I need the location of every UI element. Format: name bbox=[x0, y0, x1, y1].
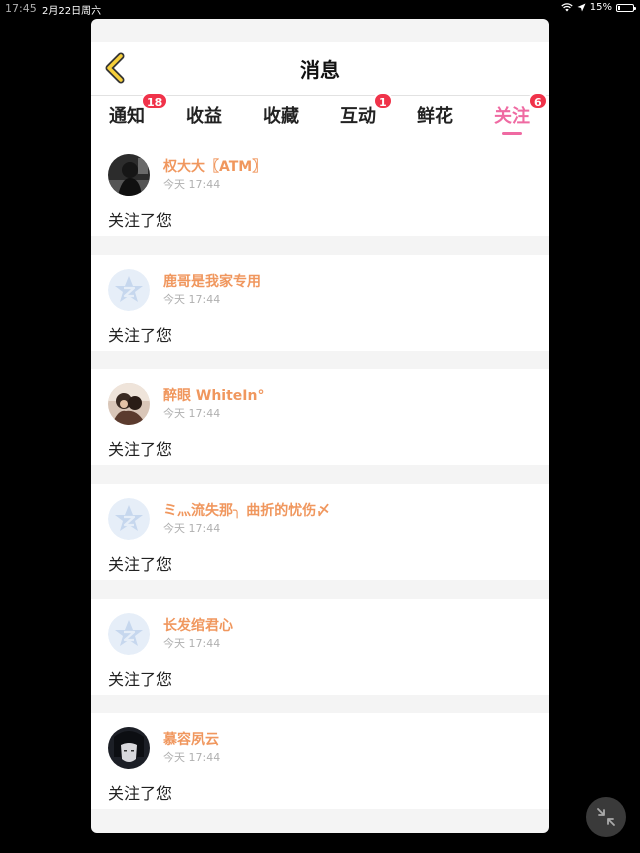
action-text: 关注了您 bbox=[108, 670, 173, 689]
avatar[interactable] bbox=[108, 154, 150, 196]
timestamp: 今天 17:44 bbox=[163, 293, 221, 306]
timestamp: 今天 17:44 bbox=[163, 637, 221, 650]
avatar[interactable] bbox=[108, 269, 150, 311]
list-item[interactable]: ミ灬流失那╮ 曲折的忧伤〆 今天 17:44 关注了您 bbox=[91, 484, 549, 580]
avatar[interactable] bbox=[108, 383, 150, 425]
tab-label: 鲜花 bbox=[417, 106, 453, 127]
action-text: 关注了您 bbox=[108, 440, 173, 459]
timestamp: 今天 17:44 bbox=[163, 522, 221, 535]
location-arrow-icon bbox=[577, 3, 586, 12]
list-item[interactable]: 慕容夙云 今天 17:44 关注了您 bbox=[91, 713, 549, 809]
user-name[interactable]: 醉眼 WhiteIn° bbox=[163, 385, 264, 405]
page-title: 消息 bbox=[300, 58, 340, 82]
tab-label: 收藏 bbox=[263, 106, 299, 127]
wifi-icon bbox=[561, 3, 573, 12]
tab-label: 互动 bbox=[340, 106, 376, 127]
notification-badge: 18 bbox=[141, 92, 169, 110]
user-name[interactable]: 鹿哥是我家专用 bbox=[163, 271, 261, 291]
collapse-arrows-icon bbox=[597, 808, 615, 826]
list-item[interactable]: 长发绾君心 今天 17:44 关注了您 bbox=[91, 599, 549, 695]
timestamp: 今天 17:44 bbox=[163, 751, 221, 764]
tab-flowers[interactable]: 鲜花 bbox=[417, 102, 453, 128]
status-time: 17:45 bbox=[5, 2, 37, 15]
active-tab-indicator bbox=[502, 132, 522, 135]
list-item[interactable]: 鹿哥是我家专用 今天 17:44 关注了您 bbox=[91, 255, 549, 351]
status-bar: 17:45 2月22日周六 15% bbox=[0, 0, 640, 17]
user-name[interactable]: ミ灬流失那╮ 曲折的忧伤〆 bbox=[163, 500, 330, 520]
messages-panel: 消息 通知 18 收益 收藏 互动 1 鲜花 关注 6 权大大〖ATM〗 今天 … bbox=[91, 19, 549, 833]
collapse-button[interactable] bbox=[586, 797, 626, 837]
tab-label: 关注 bbox=[494, 106, 530, 127]
action-text: 关注了您 bbox=[108, 555, 173, 574]
user-name[interactable]: 长发绾君心 bbox=[163, 615, 233, 635]
list-item[interactable]: 醉眼 WhiteIn° 今天 17:44 关注了您 bbox=[91, 369, 549, 465]
header: 消息 bbox=[91, 42, 549, 95]
status-date: 2月22日周六 bbox=[42, 6, 102, 17]
timestamp: 今天 17:44 bbox=[163, 178, 221, 191]
user-name[interactable]: 权大大〖ATM〗 bbox=[163, 156, 266, 176]
tab-following[interactable]: 关注 6 bbox=[494, 92, 548, 135]
tab-earnings[interactable]: 收益 bbox=[186, 102, 222, 128]
action-text: 关注了您 bbox=[108, 211, 173, 230]
status-right: 15% bbox=[561, 2, 636, 13]
tab-interactions[interactable]: 互动 1 bbox=[340, 92, 393, 128]
tab-notifications[interactable]: 通知 18 bbox=[109, 92, 169, 128]
tab-label: 通知 bbox=[109, 106, 145, 127]
battery-fill bbox=[618, 5, 620, 10]
tab-label: 收益 bbox=[186, 106, 222, 127]
user-name[interactable]: 慕容夙云 bbox=[163, 729, 219, 749]
battery-icon bbox=[616, 3, 636, 12]
battery-percent: 15% bbox=[589, 2, 612, 13]
notification-badge: 6 bbox=[528, 92, 548, 110]
tab-favorites[interactable]: 收藏 bbox=[263, 102, 299, 128]
timestamp: 今天 17:44 bbox=[163, 407, 221, 420]
notification-badge: 1 bbox=[373, 92, 393, 110]
action-text: 关注了您 bbox=[108, 326, 173, 345]
avatar[interactable] bbox=[108, 613, 150, 655]
avatar[interactable] bbox=[108, 498, 150, 540]
avatar[interactable] bbox=[108, 727, 150, 769]
tab-bar: 通知 18 收益 收藏 互动 1 鲜花 关注 6 bbox=[91, 92, 549, 140]
action-text: 关注了您 bbox=[108, 784, 173, 803]
list-item[interactable]: 权大大〖ATM〗 今天 17:44 关注了您 bbox=[91, 140, 549, 236]
